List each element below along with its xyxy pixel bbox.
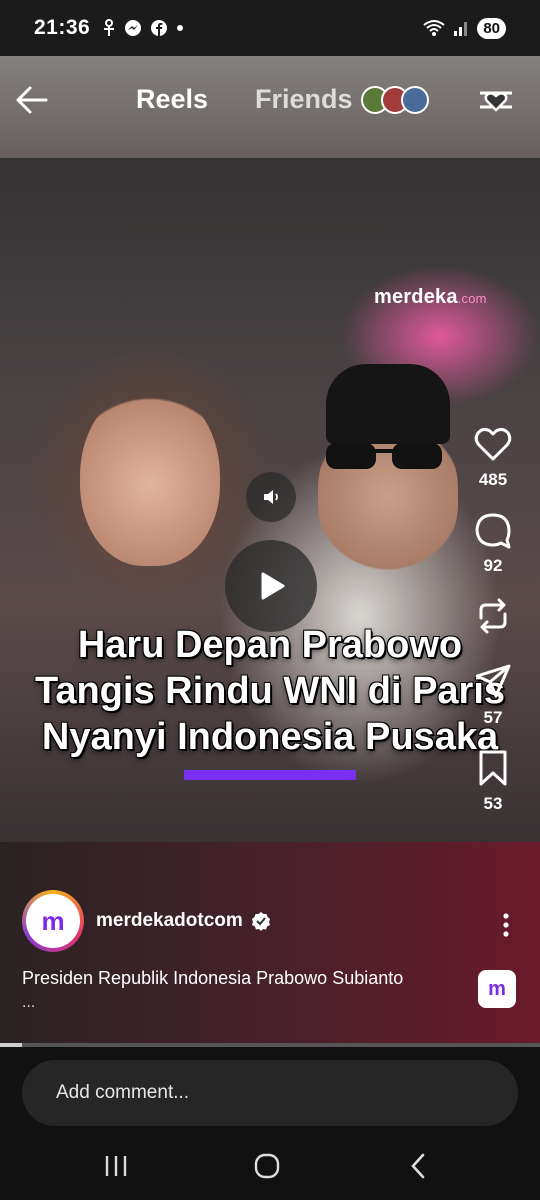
save-count: 53 [483, 794, 503, 813]
reels-header: Reels Friends [0, 56, 540, 142]
messenger-icon [125, 20, 142, 36]
arrow-left-icon [16, 86, 48, 114]
comment-count: 92 [483, 556, 503, 575]
back-button[interactable] [14, 82, 54, 122]
verified-badge-icon [251, 912, 270, 931]
play-button[interactable] [225, 540, 317, 632]
status-right: 80 [423, 17, 506, 39]
action-rail: 485 92 57 53 [468, 424, 518, 834]
bookmark-icon [479, 750, 507, 786]
watermark-suffix: .com [457, 291, 487, 306]
signal-icon [454, 22, 468, 36]
caption-more[interactable]: ... [22, 994, 35, 1012]
status-bar: 21:36 80 [0, 0, 540, 56]
notification-icons [102, 19, 184, 37]
watermark-logo: merdeka.com [374, 286, 487, 309]
avatar-letter: m [26, 894, 80, 948]
comment-button[interactable]: 92 [473, 510, 513, 576]
username[interactable]: merdekadotcom [96, 910, 243, 932]
headline-accent-bar [184, 770, 356, 780]
more-vertical-icon [503, 913, 509, 937]
repost-button[interactable] [473, 596, 513, 642]
more-options-button[interactable] [502, 912, 510, 943]
headline-line-3: Nyanyi Indonesia Pusaka [41, 716, 499, 758]
heart-sliders-icon [480, 91, 512, 112]
friend-avatar [400, 85, 429, 114]
facebook-icon [151, 20, 168, 36]
video-person-glasses [326, 443, 442, 469]
video-headline: Haru Depan Prabowo Tangis Rindu WNI di P… [0, 622, 540, 760]
caption-text[interactable]: Presiden Republik Indonesia Prabowo Subi… [22, 968, 403, 989]
wifi-icon [423, 20, 445, 36]
like-count: 485 [478, 470, 508, 489]
play-icon [261, 572, 285, 600]
add-comment-input[interactable]: Add comment... [22, 1060, 518, 1126]
recent-apps-icon [105, 1156, 127, 1176]
tab-friends[interactable]: Friends [255, 84, 429, 115]
send-icon [475, 664, 511, 698]
system-navbar [0, 1130, 540, 1200]
comment-bubble-icon [475, 513, 511, 549]
account-row: m merdekadotcom [22, 890, 271, 952]
save-button[interactable]: 53 [473, 748, 513, 814]
chevron-left-icon [411, 1153, 425, 1179]
headline-line-2: Tangis Rindu WNI di Paris [34, 670, 506, 712]
video-person-hat [326, 364, 450, 444]
tab-friends-label: Friends [255, 84, 353, 114]
like-button[interactable]: 485 [473, 424, 513, 490]
avatar[interactable]: m [22, 890, 84, 952]
audio-thumbnail[interactable]: m [478, 970, 516, 1008]
recent-apps-button[interactable] [96, 1150, 136, 1182]
share-count: 57 [483, 708, 503, 727]
friend-avatars [360, 85, 429, 114]
back-nav-button[interactable] [398, 1150, 438, 1182]
repost-icon [479, 598, 507, 634]
share-button[interactable]: 57 [473, 662, 513, 728]
tab-reels[interactable]: Reels [136, 84, 208, 115]
speaker-icon [264, 490, 278, 504]
heart-icon [474, 427, 512, 461]
mute-button[interactable] [246, 472, 296, 522]
video-person-woman [80, 386, 220, 566]
battery-indicator: 80 [477, 17, 506, 39]
home-circle-icon [254, 1153, 280, 1179]
filter-button[interactable] [476, 80, 516, 120]
status-time: 21:36 [34, 16, 91, 39]
android-debug-icon [104, 19, 115, 36]
headline-line-1: Haru Depan Prabowo [77, 624, 463, 666]
dot-icon [177, 25, 184, 31]
home-button[interactable] [247, 1150, 287, 1182]
watermark-main: merdeka [374, 286, 458, 308]
